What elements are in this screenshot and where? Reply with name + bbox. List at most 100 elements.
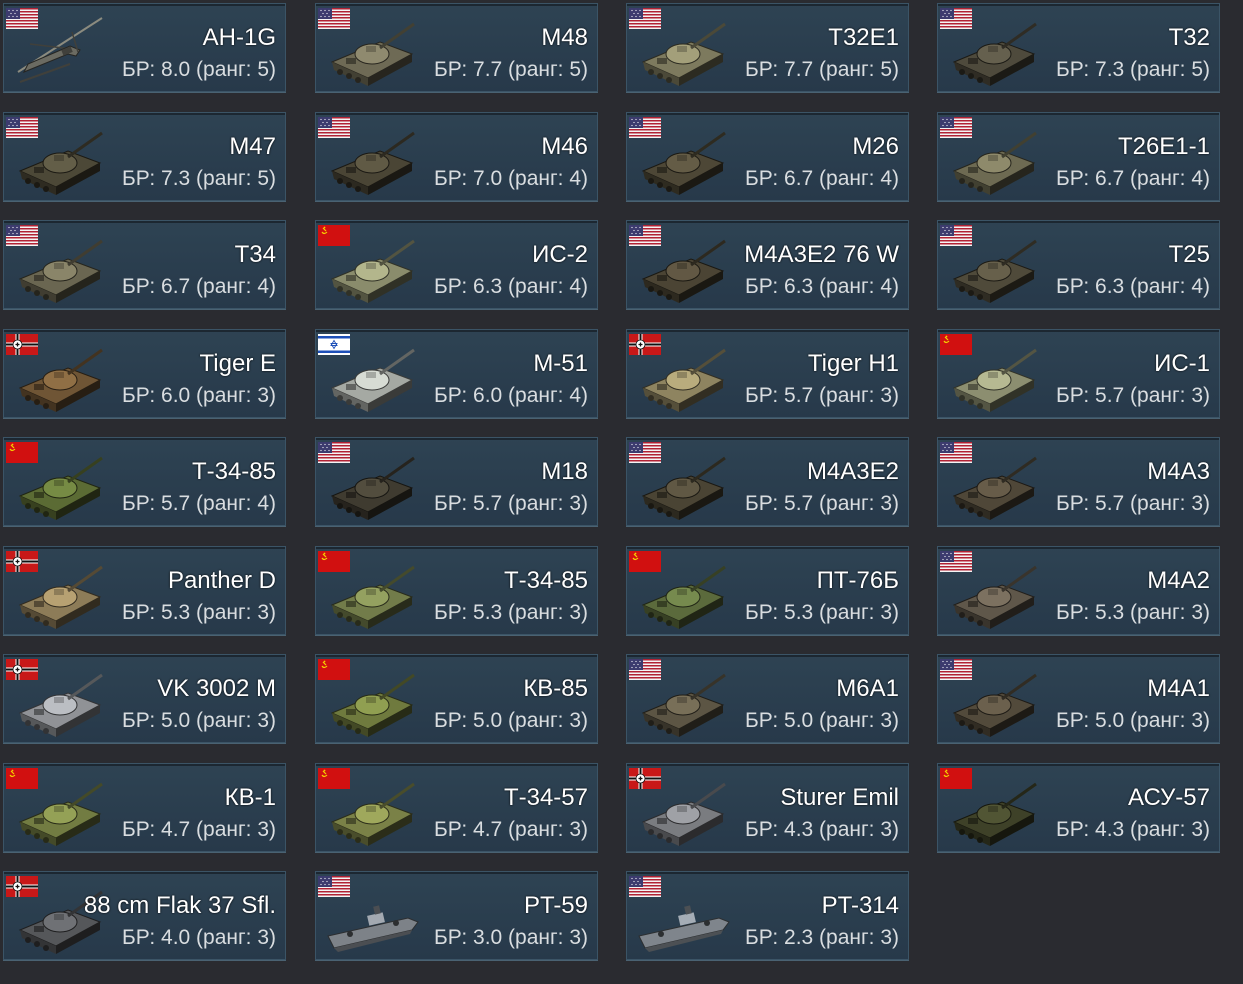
germany-flag-icon: [629, 334, 661, 355]
battle-rating: БР: 5.7 (ранг: 3): [1056, 492, 1210, 515]
vehicle-card[interactable]: PT-59 БР: 3.0 (ранг: 3): [315, 871, 598, 960]
vehicle-card[interactable]: ИС-1 БР: 5.7 (ранг: 3): [937, 329, 1220, 418]
battle-rating: БР: 5.3 (ранг: 3): [434, 601, 588, 624]
vehicle-card[interactable]: PT-314 БР: 2.3 (ранг: 3): [626, 871, 909, 960]
vehicle-name: T32E1: [828, 24, 899, 51]
battle-rating: БР: 4.7 (ранг: 3): [434, 818, 588, 841]
vehicle-name: ИС-2: [532, 241, 588, 268]
usa-flag-icon: [629, 225, 661, 246]
ussr-flag-icon: [318, 551, 350, 572]
ussr-flag-icon: [629, 551, 661, 572]
usa-flag-icon: [318, 117, 350, 138]
vehicle-card[interactable]: Т-34-57 БР: 4.7 (ранг: 3): [315, 763, 598, 852]
vehicle-card[interactable]: Tiger H1 БР: 5.7 (ранг: 3): [626, 329, 909, 418]
vehicle-card[interactable]: КВ-1 БР: 4.7 (ранг: 3): [3, 763, 286, 852]
vehicle-card[interactable]: M6A1 БР: 5.0 (ранг: 3): [626, 654, 909, 743]
battle-rating: БР: 5.7 (ранг: 3): [434, 492, 588, 515]
vehicle-card[interactable]: T26E1-1 БР: 6.7 (ранг: 4): [937, 112, 1220, 201]
vehicle-card[interactable]: Panther D БР: 5.3 (ранг: 3): [3, 546, 286, 635]
usa-flag-icon: [629, 117, 661, 138]
usa-flag-icon: [940, 551, 972, 572]
vehicle-name: Panther D: [167, 567, 276, 594]
vehicle-card[interactable]: T34 БР: 6.7 (ранг: 4): [3, 220, 286, 309]
ussr-flag-icon: [318, 768, 350, 789]
vehicle-name: M6A1: [836, 675, 899, 702]
vehicle-card[interactable]: Т-34-85 БР: 5.3 (ранг: 3): [315, 546, 598, 635]
vehicle-card[interactable]: M48 БР: 7.7 (ранг: 5): [315, 3, 598, 92]
vehicle-card[interactable]: T25 БР: 6.3 (ранг: 4): [937, 220, 1220, 309]
vehicle-name: T25: [1168, 241, 1210, 268]
battle-rating: БР: 2.3 (ранг: 3): [745, 926, 899, 949]
vehicle-name: AH-1G: [202, 24, 276, 51]
vehicle-name: M4A1: [1147, 675, 1210, 702]
germany-flag-icon: [6, 876, 38, 897]
vehicle-card[interactable]: Tiger E БР: 6.0 (ранг: 3): [3, 329, 286, 418]
vehicle-card[interactable]: T32 БР: 7.3 (ранг: 5): [937, 3, 1220, 92]
usa-flag-icon: [629, 442, 661, 463]
germany-flag-icon: [6, 334, 38, 355]
usa-flag-icon: [6, 225, 38, 246]
vehicle-card[interactable]: M4A1 БР: 5.0 (ранг: 3): [937, 654, 1220, 743]
germany-flag-icon: [6, 551, 38, 572]
battle-rating: БР: 7.3 (ранг: 5): [122, 167, 276, 190]
vehicle-card[interactable]: АСУ-57 БР: 4.3 (ранг: 3): [937, 763, 1220, 852]
usa-flag-icon: [629, 8, 661, 29]
battle-rating: БР: 5.0 (ранг: 3): [434, 709, 588, 732]
israel-flag-icon: [318, 334, 350, 355]
vehicle-card[interactable]: Т-34-85 БР: 5.7 (ранг: 4): [3, 437, 286, 526]
usa-flag-icon: [318, 442, 350, 463]
vehicle-card[interactable]: M4A2 БР: 5.3 (ранг: 3): [937, 546, 1220, 635]
ussr-flag-icon: [318, 659, 350, 680]
usa-flag-icon: [940, 117, 972, 138]
vehicle-name: PT-59: [523, 892, 588, 919]
vehicle-name: PT-314: [821, 892, 899, 919]
vehicle-card[interactable]: VK 3002 M БР: 5.0 (ранг: 3): [3, 654, 286, 743]
battle-rating: БР: 6.7 (ранг: 4): [1056, 167, 1210, 190]
vehicle-card[interactable]: T32E1 БР: 7.7 (ранг: 5): [626, 3, 909, 92]
battle-rating: БР: 6.0 (ранг: 3): [122, 384, 276, 407]
vehicle-name: VK 3002 M: [157, 675, 276, 702]
vehicle-card[interactable]: M4A3E2 76 W БР: 6.3 (ранг: 4): [626, 220, 909, 309]
vehicle-name: КВ-1: [224, 784, 276, 811]
usa-flag-icon: [940, 442, 972, 463]
vehicle-card[interactable]: AH-1G БР: 8.0 (ранг: 5): [3, 3, 286, 92]
vehicle-card[interactable]: M47 БР: 7.3 (ранг: 5): [3, 112, 286, 201]
battle-rating: БР: 6.3 (ранг: 4): [745, 275, 899, 298]
battle-rating: БР: 4.0 (ранг: 3): [122, 926, 276, 949]
usa-flag-icon: [6, 8, 38, 29]
germany-flag-icon: [6, 659, 38, 680]
vehicle-card[interactable]: M26 БР: 6.7 (ранг: 4): [626, 112, 909, 201]
vehicle-name: M-51: [533, 350, 588, 377]
battle-rating: БР: 7.7 (ранг: 5): [745, 58, 899, 81]
vehicle-name: M4A2: [1147, 567, 1210, 594]
vehicle-card[interactable]: КВ-85 БР: 5.0 (ранг: 3): [315, 654, 598, 743]
vehicle-card[interactable]: M4A3E2 БР: 5.7 (ранг: 3): [626, 437, 909, 526]
battle-rating: БР: 5.7 (ранг: 3): [745, 492, 899, 515]
vehicle-card[interactable]: ИС-2 БР: 6.3 (ранг: 4): [315, 220, 598, 309]
vehicle-name: M4A3: [1147, 458, 1210, 485]
battle-rating: БР: 5.3 (ранг: 3): [745, 601, 899, 624]
vehicle-card[interactable]: Sturer Emil БР: 4.3 (ранг: 3): [626, 763, 909, 852]
vehicle-card[interactable]: M4A3 БР: 5.7 (ранг: 3): [937, 437, 1220, 526]
vehicle-name: M4A3E2: [806, 458, 899, 485]
usa-flag-icon: [629, 659, 661, 680]
vehicle-name: Sturer Emil: [780, 784, 899, 811]
vehicle-card[interactable]: 88 cm Flak 37 Sfl. БР: 4.0 (ранг: 3): [3, 871, 286, 960]
vehicle-card[interactable]: ПТ-76Б БР: 5.3 (ранг: 3): [626, 546, 909, 635]
vehicle-name: M18: [541, 458, 588, 485]
battle-rating: БР: 5.0 (ранг: 3): [122, 709, 276, 732]
battle-rating: БР: 7.0 (ранг: 4): [434, 167, 588, 190]
vehicle-card[interactable]: M18 БР: 5.7 (ранг: 3): [315, 437, 598, 526]
vehicle-name: 88 cm Flak 37 Sfl.: [83, 892, 276, 919]
usa-flag-icon: [6, 117, 38, 138]
vehicle-name: M26: [852, 133, 899, 160]
battle-rating: БР: 7.7 (ранг: 5): [434, 58, 588, 81]
ussr-flag-icon: [6, 768, 38, 789]
battle-rating: БР: 5.0 (ранг: 3): [1056, 709, 1210, 732]
vehicle-name: Tiger E: [199, 350, 276, 377]
vehicle-card[interactable]: M46 БР: 7.0 (ранг: 4): [315, 112, 598, 201]
vehicle-card[interactable]: M-51 БР: 6.0 (ранг: 4): [315, 329, 598, 418]
germany-flag-icon: [629, 768, 661, 789]
battle-rating: БР: 5.0 (ранг: 3): [745, 709, 899, 732]
ussr-flag-icon: [940, 334, 972, 355]
